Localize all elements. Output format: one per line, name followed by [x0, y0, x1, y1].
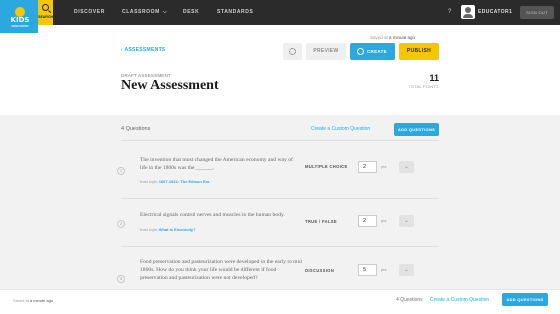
- publish-button[interactable]: PUBLISH: [399, 43, 439, 60]
- question-text[interactable]: Electrical signals control nerves and mu…: [140, 211, 300, 219]
- download-icon: [357, 48, 364, 55]
- chevron-down-icon: ⌄: [404, 267, 409, 273]
- create-custom-question-link[interactable]: Create a Custom Question: [311, 126, 370, 132]
- chevron-down-icon: ⌵: [162, 9, 168, 15]
- add-questions-button[interactable]: ADD QUESTIONS: [394, 123, 439, 136]
- logo-subtext: DISCOVER: [11, 24, 29, 28]
- app-logo[interactable]: KIDS DISCOVER: [0, 0, 38, 33]
- question-options-button[interactable]: ⌄: [399, 215, 414, 227]
- chevron-down-icon: ⌄: [404, 218, 409, 224]
- source-topic-link[interactable]: What is Electricity?: [159, 227, 196, 232]
- sign-out-button[interactable]: SIGN OUT: [520, 6, 554, 19]
- search-button[interactable]: SEARCH: [38, 0, 53, 25]
- search-label: SEARCH: [38, 15, 53, 19]
- logo-mark: KIDS DISCOVER: [4, 5, 32, 29]
- question-source: from topic What is Electricity?: [140, 227, 196, 232]
- search-icon: [42, 4, 49, 11]
- nav-discover[interactable]: DISCOVER: [74, 0, 105, 25]
- saved-status: Saved at a minute ago: [370, 35, 415, 40]
- preview-button[interactable]: PREVIEW: [306, 43, 346, 60]
- back-link-label: ASSESSMENTS: [124, 47, 166, 53]
- footer-create-custom-question-link[interactable]: Create a Custom Question: [430, 297, 489, 303]
- chevron-down-icon: ⌄: [404, 164, 409, 170]
- source-prefix: from topic: [140, 179, 158, 184]
- points-unit: pts: [381, 218, 387, 223]
- points-unit: pts: [381, 267, 387, 272]
- source-topic-link[interactable]: 1667-1921: The Edison Era: [159, 179, 210, 184]
- points-input[interactable]: 2: [358, 161, 377, 173]
- create-pdf-label: CREATE PDF: [367, 49, 387, 71]
- question-number: 2: [117, 220, 125, 228]
- nav-classroom-label: CLASSROOM: [122, 9, 160, 15]
- question-type: MULTIPLE CHOICE: [305, 164, 348, 169]
- question-text[interactable]: Food preservation and pasteurization wer…: [140, 258, 302, 282]
- question-number: 3: [117, 275, 125, 283]
- nav-standards[interactable]: STANDARDS: [217, 0, 253, 25]
- settings-button[interactable]: [283, 43, 302, 60]
- footer-saved-status: Saved at a minute ago: [13, 298, 53, 303]
- back-to-assessments-link[interactable]: ‹ ASSESSMENTS: [121, 47, 166, 53]
- total-points-value: 11: [429, 73, 439, 83]
- nav-desk[interactable]: DESK: [183, 0, 199, 25]
- question-options-button[interactable]: ⌄: [399, 264, 414, 276]
- create-pdf-button[interactable]: CREATE PDF: [350, 43, 395, 71]
- points-input[interactable]: 2: [358, 215, 377, 227]
- footer-question-count: 4 Questions: [396, 297, 423, 303]
- footer-add-questions-button[interactable]: ADD QUESTIONS: [502, 293, 548, 306]
- question-options-button[interactable]: ⌄: [399, 161, 414, 173]
- points-unit: pts: [381, 164, 387, 169]
- source-prefix: from topic: [140, 227, 158, 232]
- saved-time: a minute ago: [389, 35, 416, 40]
- question-source: from topic 1667-1921: The Edison Era: [140, 179, 209, 184]
- username[interactable]: EDUCATOR1: [478, 0, 512, 25]
- question-count: 4 Questions: [121, 126, 151, 132]
- divider: [121, 140, 439, 141]
- question-number: 1: [117, 167, 125, 175]
- gear-icon: [289, 48, 296, 55]
- page-title[interactable]: New Assessment: [121, 78, 219, 94]
- logo-text: KIDS: [10, 16, 30, 24]
- saved-prefix: Saved at: [370, 35, 388, 40]
- footer-saved-prefix: Saved at: [13, 298, 29, 303]
- divider: [121, 198, 439, 199]
- nav-classroom[interactable]: CLASSROOM ⌵: [122, 0, 167, 25]
- avatar[interactable]: [461, 5, 475, 19]
- question-type: TRUE / FALSE: [305, 219, 337, 224]
- question-text[interactable]: The invention that most changed the Amer…: [140, 156, 300, 172]
- divider: [121, 246, 439, 247]
- footer-saved-time: a minute ago: [29, 298, 54, 303]
- total-points-label: TOTAL POINTS: [408, 84, 439, 89]
- help-icon[interactable]: ?: [448, 0, 451, 25]
- question-type: DISCUSSION: [305, 268, 335, 273]
- points-input[interactable]: 5: [358, 264, 377, 276]
